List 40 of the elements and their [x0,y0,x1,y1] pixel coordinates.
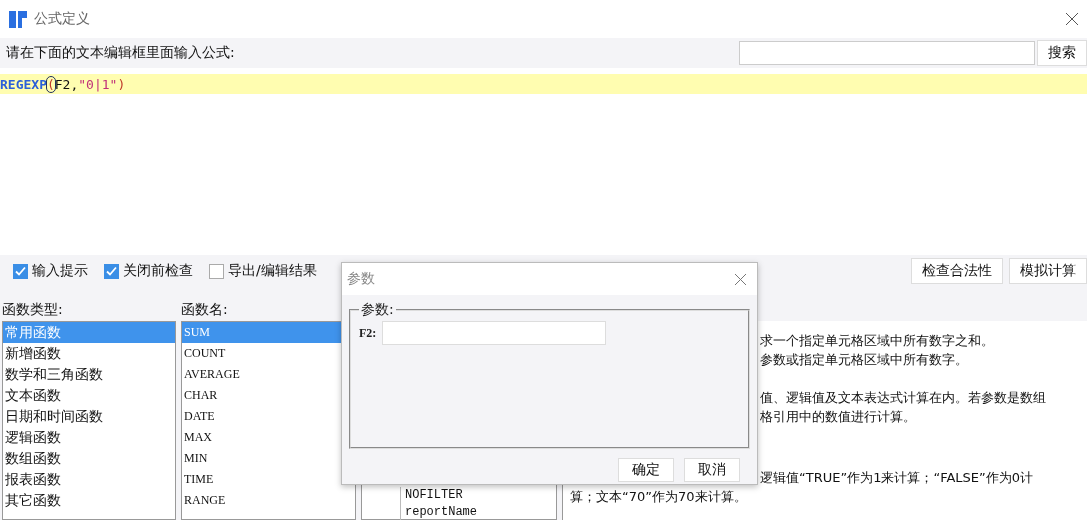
option-checkbox[interactable]: 导出/编辑结果 [209,262,317,280]
function-type-item[interactable]: 数组函数 [3,448,175,469]
function-type-item[interactable]: 新增函数 [3,343,175,364]
option-checkbox[interactable]: 输入提示 [13,262,88,280]
tree-item[interactable]: reportName [400,504,477,520]
field-label: F2: [359,325,377,341]
function-type-item[interactable]: 逻辑函数 [3,427,175,448]
action-button[interactable]: 检查合法性 [911,258,1003,284]
function-type-item[interactable]: 数学和三角函数 [3,364,175,385]
close-icon[interactable] [734,272,747,286]
description-text: 逻辑值“TRUE”作为1来计算；“FALSE”作为0计 [760,469,1034,487]
formula-prompt: 请在下面的文本编辑框里面输入公式: [6,44,235,62]
app-logo-icon [8,9,28,29]
description-text: 格引用中的数值进行计算。 [760,408,916,426]
description-text: 值、逻辑值及文本表达式计算在内。若参数是数组 [760,389,1046,407]
dialog-button[interactable]: 取消 [684,458,740,482]
window-title: 公式定义 [34,10,90,28]
search-button[interactable]: 搜索 [1037,40,1087,66]
function-type-item[interactable]: 其它函数 [3,490,175,511]
check-icon [106,265,117,277]
dialog-button[interactable]: 确定 [618,458,674,482]
function-type-item[interactable]: 报表函数 [3,469,175,490]
description-text: 算；文本“70”作为70来计算。 [570,488,747,506]
function-type-item[interactable]: 日期和时间函数 [3,406,175,427]
formula-editor[interactable]: REGEXP(F2,"0|1") [0,68,1087,255]
function-name-item[interactable]: RANGE [182,490,355,511]
group-label: 参数: [360,301,395,319]
list-label: 函数类型: [2,300,64,319]
description-text: 求一个指定单元格区域中所有数字之和。 [760,332,994,350]
dialog-title: 参数 [347,270,375,288]
close-icon[interactable] [1065,12,1079,26]
tree-item[interactable]: NOFILTER [400,487,463,504]
check-icon [15,265,26,277]
option-checkbox[interactable]: 关闭前检查 [104,262,193,280]
function-type-item[interactable]: 文本函数 [3,385,175,406]
action-button[interactable]: 模拟计算 [1009,258,1087,284]
description-text: 参数或指定单元格区域中所有数字。 [760,351,968,369]
parameter-input[interactable] [382,321,607,345]
search-field[interactable] [739,41,1035,65]
list-label: 函数名: [181,300,229,319]
